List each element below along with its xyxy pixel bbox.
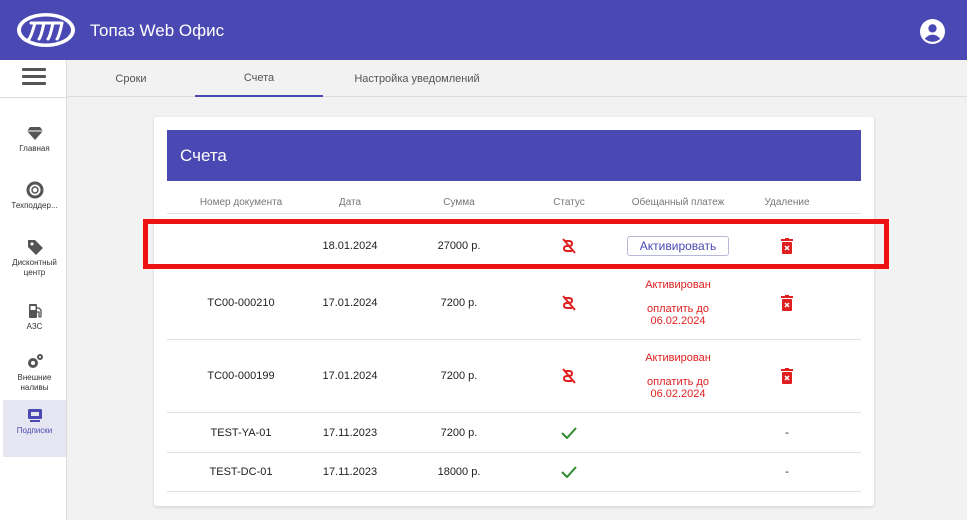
- status-cell: [539, 413, 599, 452]
- topaz-logo-icon[interactable]: [15, 11, 77, 49]
- column-header-promised-payment: Обещанный платеж: [631, 197, 725, 208]
- doc-number-cell: TEST-DC-01: [209, 466, 273, 478]
- doc-number-cell: TC00-000210: [207, 296, 275, 309]
- promised-payment-cell: Активирован оплатить до 06.02.2024: [618, 340, 738, 412]
- sidebar-item-label: Дисконтный центр: [12, 258, 57, 277]
- tab-invoices[interactable]: Счета: [195, 60, 323, 97]
- sum-cell: 18000 р.: [437, 466, 481, 478]
- promised-payment-cell: [618, 413, 738, 452]
- app-bar: Топаз Web Офис: [0, 0, 967, 60]
- highlight-box: [143, 219, 889, 269]
- sum-cell: 7200 р.: [440, 426, 478, 439]
- table-row: TEST-YA-01 17.11.2023 7200 р. -: [167, 413, 861, 453]
- promise-status-text: Активирован: [645, 278, 711, 291]
- status-cell: [539, 340, 599, 412]
- sidebar-divider: [0, 97, 67, 98]
- table-row: TC00-000199 17.01.2024 7200 р. Активиров…: [167, 340, 861, 413]
- sum-cell: 7200 р.: [440, 296, 478, 309]
- doc-number-cell: TEST-YA-01: [210, 426, 272, 439]
- date-cell: 17.01.2024: [322, 370, 378, 382]
- sidebar-item-subscriptions[interactable]: Подписки: [3, 400, 66, 457]
- column-header-status: Статус: [553, 197, 585, 208]
- sidebar-item-discount-center[interactable]: Дисконтный центр: [3, 232, 66, 289]
- doc-number-cell: TC00-000199: [207, 370, 275, 382]
- unpaid-icon: [562, 368, 576, 384]
- sidebar-item-external-fills[interactable]: Внешние наливы: [3, 347, 66, 404]
- date-cell: 17.11.2023: [322, 426, 378, 439]
- promised-payment-cell: [618, 453, 738, 491]
- sidebar: Главная Техподдер... Дисконтный центр АЗ…: [0, 60, 67, 520]
- promise-due-date: 06.02.2024: [650, 388, 706, 400]
- diamond-icon: [26, 127, 43, 140]
- trash-icon[interactable]: [781, 294, 793, 311]
- fuel-pump-icon: [28, 304, 42, 318]
- card-title: Счета: [167, 130, 861, 181]
- promise-due-date: 06.02.2024: [650, 314, 706, 327]
- date-cell: 17.11.2023: [322, 466, 378, 478]
- checkmark-icon: [561, 466, 577, 478]
- sidebar-item-label: Внешние наливы: [17, 373, 52, 392]
- header-divider: [167, 213, 861, 214]
- promised-payment-cell: Активирован оплатить до 06.02.2024: [618, 266, 738, 339]
- tab-terms[interactable]: Сроки: [87, 60, 175, 97]
- tab-notification-settings[interactable]: Настройка уведомлений: [327, 60, 507, 97]
- promise-due-label: оплатить до: [647, 376, 709, 388]
- sidebar-item-label: Главная: [19, 144, 50, 153]
- unpaid-icon: [562, 294, 576, 311]
- promise-due-label: оплатить до: [647, 302, 709, 315]
- delete-cell: [752, 266, 822, 339]
- table-row: TC00-000210 17.01.2024 7200 р. Активиров…: [167, 266, 861, 340]
- trash-icon[interactable]: [781, 368, 793, 384]
- column-header-sum: Сумма: [443, 197, 475, 208]
- table-row: TEST-DC-01 17.11.2023 18000 р. -: [167, 453, 861, 492]
- tag-icon: [27, 240, 43, 255]
- sidebar-item-label: Подписки: [16, 426, 53, 435]
- sidebar-item-home[interactable]: Главная: [3, 118, 66, 175]
- app-title: Топаз Web Офис: [90, 21, 225, 40]
- account-icon[interactable]: [920, 19, 945, 44]
- delete-cell: -: [785, 466, 789, 478]
- lifebuoy-icon: [26, 181, 43, 199]
- sidebar-item-support[interactable]: Техподдер...: [3, 175, 66, 232]
- subscriptions-icon: [27, 409, 42, 422]
- column-header-delete: Удаление: [764, 197, 810, 208]
- invoices-card: Счета Номер документа Дата Сумма Статус …: [154, 117, 874, 506]
- menu-icon[interactable]: [22, 68, 46, 88]
- checkmark-icon: [561, 426, 577, 439]
- sidebar-item-gas-station[interactable]: АЗС: [3, 296, 66, 353]
- status-cell: [539, 266, 599, 339]
- status-cell: [539, 453, 599, 491]
- promise-status-text: Активирован: [645, 352, 711, 364]
- sidebar-item-label: Техподдер...: [11, 201, 58, 210]
- column-header-doc-number: Номер документа: [199, 197, 283, 208]
- column-header-date: Дата: [338, 197, 362, 208]
- sum-cell: 7200 р.: [440, 370, 478, 382]
- sidebar-item-label: АЗС: [26, 322, 43, 331]
- gears-icon: [27, 354, 43, 368]
- tab-bar: Сроки Счета Настройка уведомлений: [67, 60, 967, 97]
- date-cell: 17.01.2024: [322, 296, 378, 309]
- delete-cell: -: [785, 426, 789, 439]
- delete-cell: [752, 340, 822, 412]
